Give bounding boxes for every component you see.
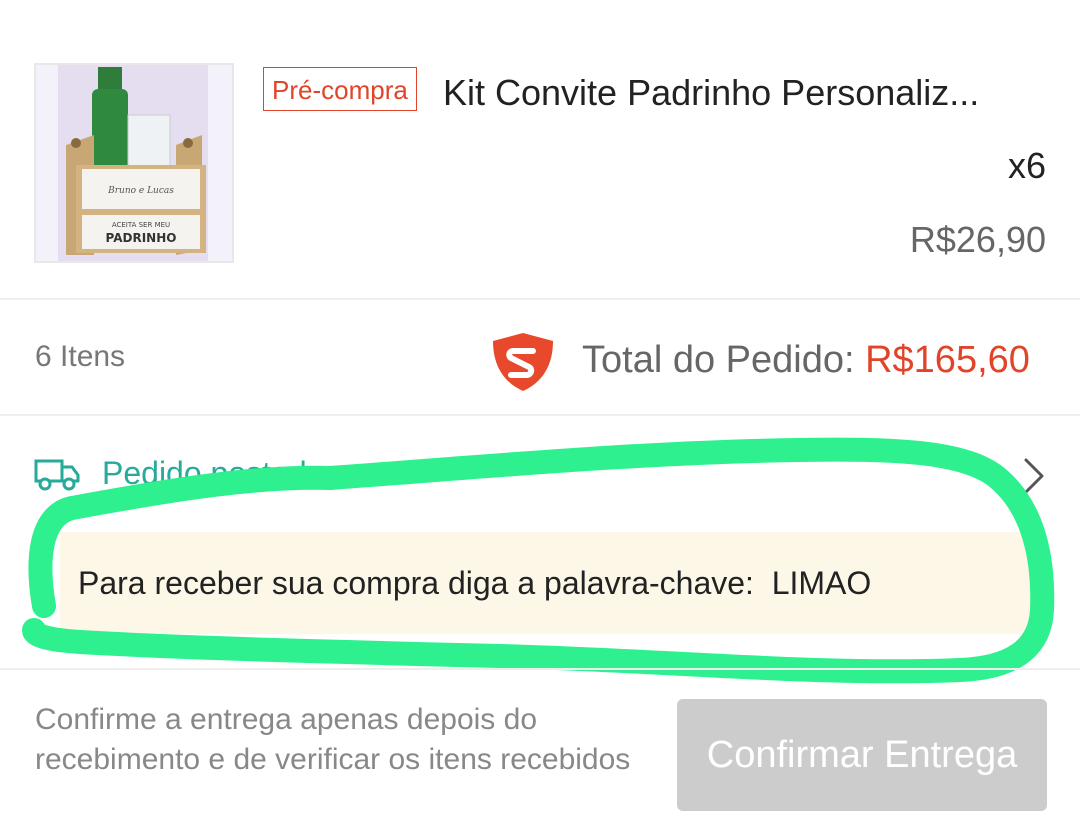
box-text-line2: PADRINHO — [106, 231, 177, 245]
shipping-status[interactable]: Pedido postado — [102, 455, 324, 492]
keyword-notice-text: Para receber sua compra diga a palavra-c… — [78, 565, 872, 601]
divider — [0, 414, 1080, 416]
divider — [0, 298, 1080, 300]
truck-icon — [34, 459, 80, 491]
items-count: 6 Itens — [35, 340, 126, 373]
pre-order-badge: Pré-compra — [263, 67, 417, 111]
keyword-notice: Para receber sua compra diga a palavra-c… — [60, 532, 1046, 634]
divider — [0, 668, 1080, 670]
confirm-delivery-button[interactable]: Confirmar Entrega — [677, 699, 1047, 811]
order-total-label: Total do Pedido: — [582, 339, 866, 381]
mug-text: Bruno e Lucas — [107, 186, 174, 196]
box-text-line1: ACEITA SER MEU — [112, 221, 170, 229]
confirm-delivery-note: Confirme a entrega apenas depois do rece… — [35, 703, 631, 776]
product-price: R$26,90 — [909, 219, 1046, 260]
product-title[interactable]: Kit Convite Padrinho Personaliz... — [443, 70, 1043, 116]
shield-logo-icon — [493, 333, 553, 391]
product-quantity: x6 — [1007, 145, 1046, 186]
order-total: Total do Pedido: R$165,60 — [582, 339, 1030, 382]
product-image[interactable]: Bruno e Lucas ACEITA SER MEU PADRINHO — [34, 63, 234, 263]
chevron-right-icon[interactable] — [1018, 456, 1048, 496]
order-total-value: R$165,60 — [865, 339, 1030, 381]
